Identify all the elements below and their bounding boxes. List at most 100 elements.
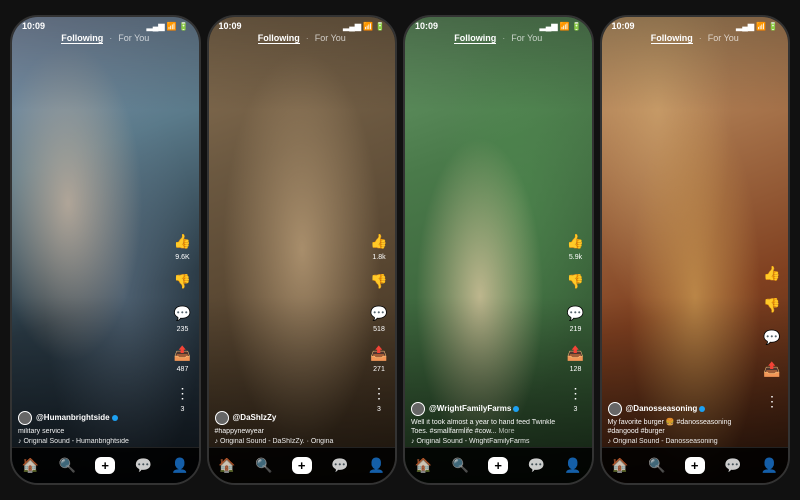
wifi-icon: 📶 [756, 22, 766, 31]
status-bar: 10:09 ▂▄▆ 📶 🔋 [405, 17, 592, 33]
side-action-4[interactable]: ⋮ [760, 389, 784, 413]
side-actions: 👍9.6K 👎 💬235 📤487 ⋮3 [171, 229, 195, 413]
action-icon-1: 👎 [367, 269, 391, 293]
profile-button[interactable]: 👤 [761, 457, 778, 474]
tab-for-you[interactable]: For You [315, 33, 346, 44]
action-count-3: 271 [373, 366, 385, 373]
side-actions: 👍 👎 💬 📤 ⋮ [760, 261, 784, 413]
messages-button[interactable]: 💬 [331, 457, 348, 474]
action-icon-0: 👍 [171, 229, 195, 253]
nav-divider: · [306, 33, 309, 44]
home-button[interactable]: 🏠 [218, 457, 235, 474]
search-button[interactable]: 🔍 [255, 457, 272, 474]
messages-button[interactable]: 💬 [134, 457, 151, 474]
side-action-2[interactable]: 💬 [760, 325, 784, 349]
messages-button[interactable]: 💬 [527, 457, 544, 474]
side-action-3[interactable]: 📤487 [171, 341, 195, 373]
tab-following[interactable]: Following [61, 33, 103, 44]
add-button[interactable]: + [95, 457, 115, 474]
wifi-icon: 📶 [363, 22, 373, 31]
action-icon-1: 👎 [760, 293, 784, 317]
side-action-4[interactable]: ⋮3 [564, 381, 588, 413]
signal-icon: ▂▄▆ [343, 22, 361, 31]
action-count-4: 3 [377, 406, 381, 413]
tab-for-you[interactable]: For You [511, 33, 542, 44]
side-action-1[interactable]: 👎 [760, 293, 784, 317]
side-action-2[interactable]: 💬235 [171, 301, 195, 333]
action-icon-0: 👍 [367, 229, 391, 253]
tab-for-you[interactable]: For You [708, 33, 739, 44]
action-count-2: 518 [373, 326, 385, 333]
profile-button[interactable]: 👤 [171, 457, 188, 474]
top-nav: Following · For You [209, 33, 396, 44]
tab-following[interactable]: Following [454, 33, 496, 44]
side-action-3[interactable]: 📤 [760, 357, 784, 381]
description: #happynewyear [215, 427, 366, 436]
battery-icon: 🔋 [768, 22, 778, 31]
top-nav: Following · For You [602, 33, 789, 44]
username-text: @Humanbrightside [36, 413, 110, 422]
phones-container: 10:09 ▂▄▆ 📶 🔋 Following · For You 👍9.6K 👎 💬23… [0, 0, 800, 500]
sound-bar: ♪ Original Sound - Danosseasoning [608, 438, 759, 445]
bottom-nav: 🏠 🔍 + 💬 👤 [209, 447, 396, 483]
messages-button[interactable]: 💬 [724, 457, 741, 474]
home-button[interactable]: 🏠 [22, 457, 39, 474]
profile-button[interactable]: 👤 [564, 457, 581, 474]
tab-following[interactable]: Following [258, 33, 300, 44]
verified-badge [112, 415, 118, 421]
username-text: @Danosseasoning [626, 404, 698, 413]
action-icon-1: 👎 [171, 269, 195, 293]
username-text: @DaShIzZy [233, 413, 277, 422]
tab-for-you[interactable]: For You [118, 33, 149, 44]
user-avatar [608, 402, 622, 416]
sound-bar: ♪ Original Sound - WrightFamilyFarms [411, 438, 562, 445]
action-icon-1: 👎 [564, 269, 588, 293]
side-action-1[interactable]: 👎 [367, 269, 391, 293]
add-button[interactable]: + [685, 457, 705, 474]
phone-4-video: 10:09 ▂▄▆ 📶 🔋 Following · For You 👍 👎 💬 📤 ⋮ @Da… [602, 17, 789, 483]
username: @DaShIzZy [215, 411, 366, 425]
search-button[interactable]: 🔍 [648, 457, 665, 474]
profile-button[interactable]: 👤 [368, 457, 385, 474]
action-count-0: 5.9k [569, 254, 582, 261]
side-action-2[interactable]: 💬518 [367, 301, 391, 333]
action-icon-3: 📤 [367, 341, 391, 365]
nav-divider: · [699, 33, 702, 44]
side-action-4[interactable]: ⋮3 [171, 381, 195, 413]
status-icons: ▂▄▆ 📶 🔋 [736, 22, 778, 31]
phone-3-video: 10:09 ▂▄▆ 📶 🔋 Following · For You 👍5.9k 👎 💬21… [405, 17, 592, 483]
nav-divider: · [502, 33, 505, 44]
side-action-0[interactable]: 👍9.6K [171, 229, 195, 261]
status-time: 10:09 [612, 21, 635, 31]
home-button[interactable]: 🏠 [415, 457, 432, 474]
phone-4: 10:09 ▂▄▆ 📶 🔋 Following · For You 👍 👎 💬 📤 ⋮ @Da… [600, 15, 791, 485]
verified-badge [699, 406, 705, 412]
side-action-0[interactable]: 👍 [760, 261, 784, 285]
user-avatar [215, 411, 229, 425]
side-action-1[interactable]: 👎 [564, 269, 588, 293]
search-button[interactable]: 🔍 [452, 457, 469, 474]
side-action-4[interactable]: ⋮3 [367, 381, 391, 413]
action-count-0: 1.8k [372, 254, 385, 261]
side-action-0[interactable]: 👍1.8k [367, 229, 391, 261]
home-button[interactable]: 🏠 [611, 457, 628, 474]
side-action-3[interactable]: 📤128 [564, 341, 588, 373]
signal-icon: ▂▄▆ [147, 22, 165, 31]
side-action-1[interactable]: 👎 [171, 269, 195, 293]
add-button[interactable]: + [488, 457, 508, 474]
side-action-3[interactable]: 📤271 [367, 341, 391, 373]
add-button[interactable]: + [292, 457, 312, 474]
user-avatar [411, 402, 425, 416]
status-icons: ▂▄▆ 📶 🔋 [343, 22, 385, 31]
battery-icon: 🔋 [179, 22, 189, 31]
wifi-icon: 📶 [560, 22, 570, 31]
status-bar: 10:09 ▂▄▆ 📶 🔋 [602, 17, 789, 33]
side-action-2[interactable]: 💬219 [564, 301, 588, 333]
status-time: 10:09 [415, 21, 438, 31]
description: military service [18, 427, 169, 436]
status-bar: 10:09 ▂▄▆ 📶 🔋 [12, 17, 199, 33]
side-action-0[interactable]: 👍5.9k [564, 229, 588, 261]
search-button[interactable]: 🔍 [59, 457, 76, 474]
user-avatar [18, 411, 32, 425]
tab-following[interactable]: Following [651, 33, 693, 44]
